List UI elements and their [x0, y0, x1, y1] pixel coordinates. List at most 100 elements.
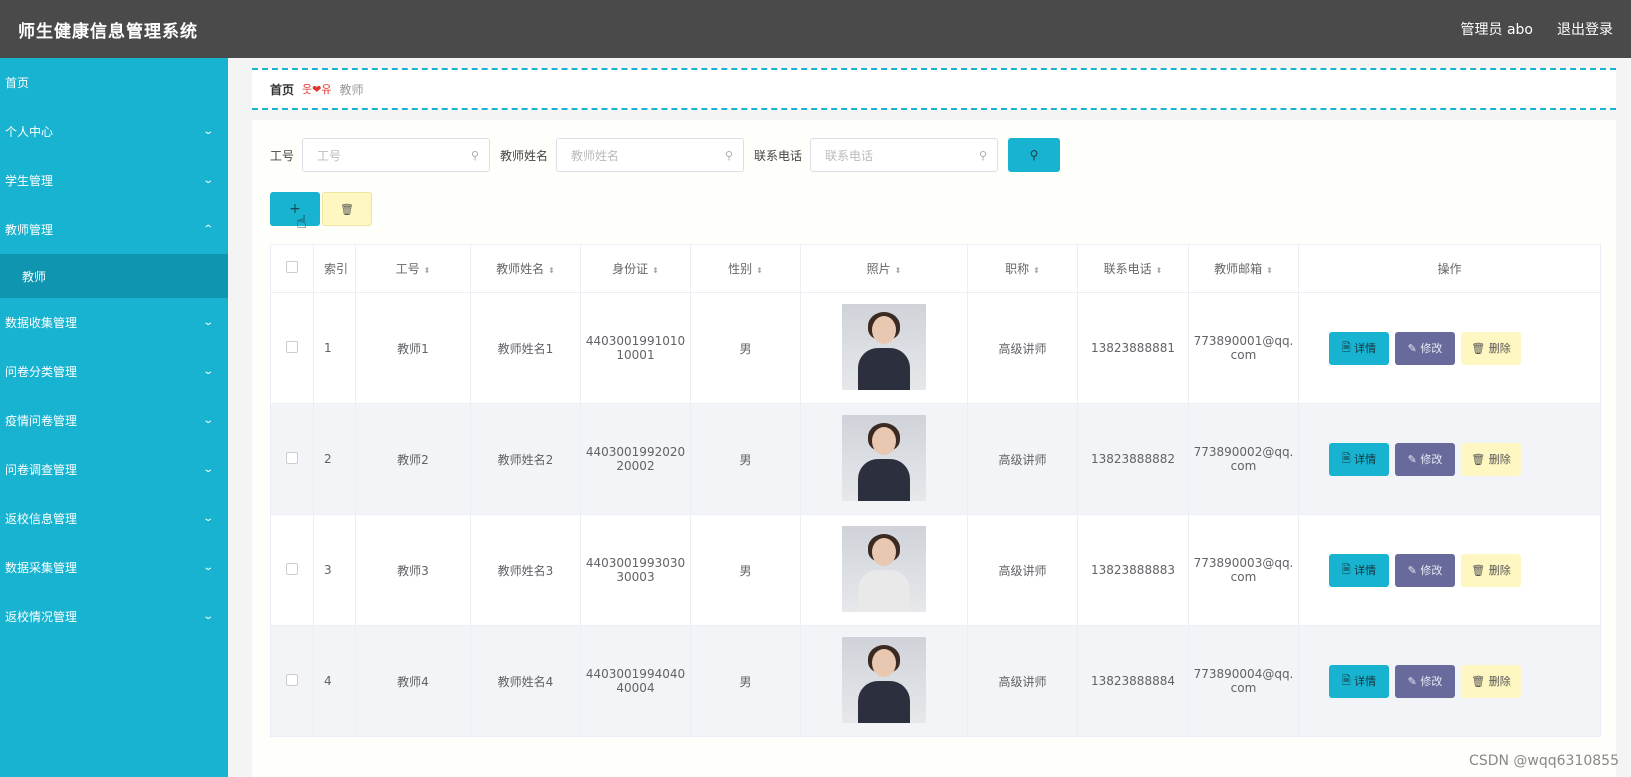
col-title[interactable]: 职称 ⬍	[967, 244, 1078, 293]
row-checkbox[interactable]	[286, 673, 298, 686]
detail-button[interactable]: 🗎 详情	[1329, 442, 1389, 476]
delete-button[interactable]: 🗑 删除	[1461, 664, 1521, 698]
sidebar-item-personal-center[interactable]: 个人中心 ⌄	[0, 107, 228, 156]
teacher-photo[interactable]	[842, 636, 926, 723]
teacher-photo[interactable]	[842, 525, 926, 612]
breadcrumb-separator: 웃❤유	[302, 83, 332, 96]
search-icon: ⚲	[470, 148, 480, 162]
batch-delete-button[interactable]: 🗑	[322, 192, 372, 226]
cell-index: 3	[313, 514, 356, 626]
search-icon: ⚲	[724, 148, 734, 162]
sort-icon[interactable]: ⬍	[895, 266, 902, 275]
sidebar-item-home[interactable]: 首页	[0, 58, 228, 107]
cell-title: 高级讲师	[967, 625, 1078, 737]
detail-button[interactable]: 🗎 详情	[1329, 553, 1389, 587]
logout-button[interactable]: 退出登录	[1557, 19, 1613, 39]
sidebar-item-return-info[interactable]: 返校信息管理 ⌄	[0, 494, 228, 543]
detail-label: 详情	[1354, 675, 1377, 688]
sidebar-item-survey-investigation[interactable]: 问卷调查管理 ⌄	[0, 445, 228, 494]
cell-gonghao: 教师3	[355, 514, 471, 626]
sort-icon[interactable]: ⬍	[1033, 266, 1040, 275]
cell-id-card: 4403001991010 10001	[580, 292, 691, 404]
edit-label: 修改	[1420, 675, 1443, 688]
edit-button[interactable]: ✎ 修改	[1395, 331, 1455, 365]
delete-button[interactable]: 🗑 删除	[1461, 442, 1521, 476]
document-icon: 🗎	[1341, 340, 1351, 354]
sidebar-item-survey-category[interactable]: 问卷分类管理 ⌄	[0, 347, 228, 396]
detail-label: 详情	[1354, 342, 1377, 355]
chevron-down-icon: ⌄	[201, 513, 214, 524]
checkbox[interactable]	[286, 261, 298, 273]
cell-id-card: 4403001992020 20002	[580, 403, 691, 515]
select-all-checkbox[interactable]	[270, 244, 314, 293]
delete-label: 删除	[1488, 675, 1511, 688]
cell-name: 教师姓名3	[470, 514, 581, 626]
sidebar-item-data-collect[interactable]: 数据收集管理 ⌄	[0, 298, 228, 347]
row-checkbox[interactable]	[286, 340, 298, 353]
sidebar-item-data-gather[interactable]: 数据采集管理 ⌄	[0, 543, 228, 592]
header-right: 管理员 abo 退出登录	[1461, 19, 1613, 39]
cell-photo	[800, 514, 968, 626]
gonghao-input[interactable]: 工号 ⚲	[302, 138, 491, 172]
detail-button[interactable]: 🗎 详情	[1329, 664, 1389, 698]
teacher-name-input[interactable]: 教师姓名 ⚲	[556, 138, 745, 172]
col-id-card[interactable]: 身份证 ⬍	[580, 244, 691, 293]
edit-button[interactable]: ✎ 修改	[1395, 553, 1455, 587]
col-email[interactable]: 教师邮箱 ⬍	[1188, 244, 1299, 293]
user-name[interactable]: 管理员 abo	[1461, 19, 1533, 39]
delete-button[interactable]: 🗑 删除	[1461, 553, 1521, 587]
col-label: 教师姓名	[496, 262, 545, 276]
col-sex[interactable]: 性别 ⬍	[690, 244, 801, 293]
phone-input[interactable]: 联系电话 ⚲	[810, 138, 999, 172]
row-checkbox[interactable]	[286, 451, 298, 464]
chevron-down-icon: ⌄	[201, 317, 214, 328]
cell-gonghao: 教师1	[355, 292, 471, 404]
cell-phone: 13823888883	[1077, 514, 1189, 626]
detail-label: 详情	[1354, 564, 1377, 577]
edit-button[interactable]: ✎ 修改	[1395, 664, 1455, 698]
email-line-1: 773890001@qq.	[1193, 334, 1294, 348]
col-label: 联系电话	[1103, 262, 1152, 276]
content-panel: 工号 工号 ⚲ 教师姓名 教师姓名 ⚲ 联系电话 联系电话 ⚲ ⚲ + 🗑 索引 工号…	[252, 120, 1616, 777]
trash-icon: 🗑	[1471, 452, 1486, 466]
sidebar-item-label: 学生管理	[5, 174, 54, 188]
sort-icon[interactable]: ⬍	[424, 266, 431, 275]
sort-icon[interactable]: ⬍	[652, 266, 659, 275]
email-line-1: 773890004@qq.	[1193, 667, 1294, 681]
row-checkbox[interactable]	[286, 562, 298, 575]
col-name[interactable]: 教师姓名 ⬍	[470, 244, 581, 293]
detail-button[interactable]: 🗎 详情	[1329, 331, 1389, 365]
sort-icon[interactable]: ⬍	[548, 266, 555, 275]
cell-phone: 13823888882	[1077, 403, 1189, 515]
sidebar-item-epidemic-survey[interactable]: 疫情问卷管理 ⌄	[0, 396, 228, 445]
id-line-2: 40004	[616, 681, 655, 695]
email-line-2: com	[1230, 348, 1257, 362]
cell-photo	[800, 292, 968, 404]
search-button[interactable]: ⚲	[1008, 138, 1061, 172]
table-row: 4 教师4 教师姓名4 4403001994040 40004 男 高级讲师 13…	[270, 625, 1601, 737]
sort-icon[interactable]: ⬍	[1156, 266, 1163, 275]
cell-index: 4	[313, 625, 356, 737]
sidebar-item-label: 数据采集管理	[5, 561, 78, 575]
cell-email: 773890003@qq. com	[1188, 514, 1299, 626]
col-gonghao[interactable]: 工号 ⬍	[355, 244, 471, 293]
sidebar-subitem-teacher[interactable]: 教师	[0, 254, 228, 298]
sidebar-item-label: 问卷分类管理	[5, 365, 78, 379]
breadcrumb-home[interactable]: 首页	[270, 81, 294, 98]
search-icon: ⚲	[1029, 148, 1039, 162]
teacher-photo[interactable]	[842, 303, 926, 390]
col-photo[interactable]: 照片 ⬍	[800, 244, 968, 293]
col-phone[interactable]: 联系电话 ⬍	[1077, 244, 1189, 293]
sidebar-item-return-status[interactable]: 返校情况管理 ⌄	[0, 592, 228, 641]
sort-icon[interactable]: ⬍	[756, 266, 763, 275]
sort-icon[interactable]: ⬍	[1266, 266, 1273, 275]
delete-button[interactable]: 🗑 删除	[1461, 331, 1521, 365]
teacher-photo[interactable]	[842, 414, 926, 501]
sidebar-item-students[interactable]: 学生管理 ⌄	[0, 156, 228, 205]
watermark: CSDN @wqq6310855	[1469, 753, 1619, 769]
edit-button[interactable]: ✎ 修改	[1395, 442, 1455, 476]
main-area: 首页 웃❤유 教师 工号 工号 ⚲ 教师姓名 教师姓名 ⚲ 联系电话 联系电话 ⚲ ⚲…	[252, 58, 1616, 777]
sidebar-item-teacher-mgmt[interactable]: 教师管理 ⌃	[0, 205, 228, 254]
add-button[interactable]: +	[270, 192, 320, 226]
id-line-2: 30003	[616, 570, 655, 584]
